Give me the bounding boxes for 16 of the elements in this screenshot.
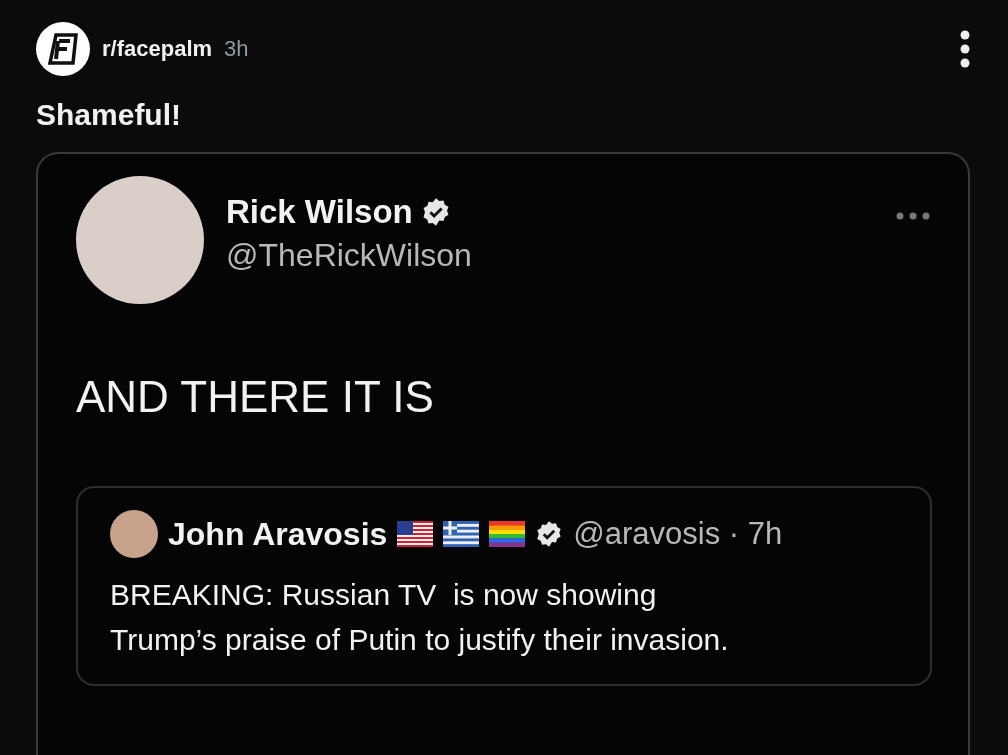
quoted-tweet-text: BREAKING: Russian TV is now showing Trump’s praise of Putin to justify their invasion. xyxy=(110,577,730,658)
author-handle: @TheRickWilson xyxy=(226,236,472,274)
tweet-text: AND THERE IT IS xyxy=(76,372,435,422)
rainbow-flag-icon xyxy=(489,521,526,547)
avatar xyxy=(110,510,158,558)
more-icon xyxy=(896,212,930,220)
subreddit-logo[interactable] xyxy=(36,22,90,76)
more-options-icon[interactable] xyxy=(960,30,970,68)
post-title: Shameful! xyxy=(36,98,183,132)
author-name: Rick Wilson xyxy=(226,192,413,231)
greek-flag-icon xyxy=(443,521,480,547)
author-name: John Aravosis xyxy=(168,515,388,553)
author-handle-time: @aravosis · 7h xyxy=(573,516,783,552)
us-flag-icon xyxy=(397,521,434,547)
subreddit-name[interactable]: r/facepalm xyxy=(102,36,213,62)
post-age: 3h xyxy=(224,36,249,62)
